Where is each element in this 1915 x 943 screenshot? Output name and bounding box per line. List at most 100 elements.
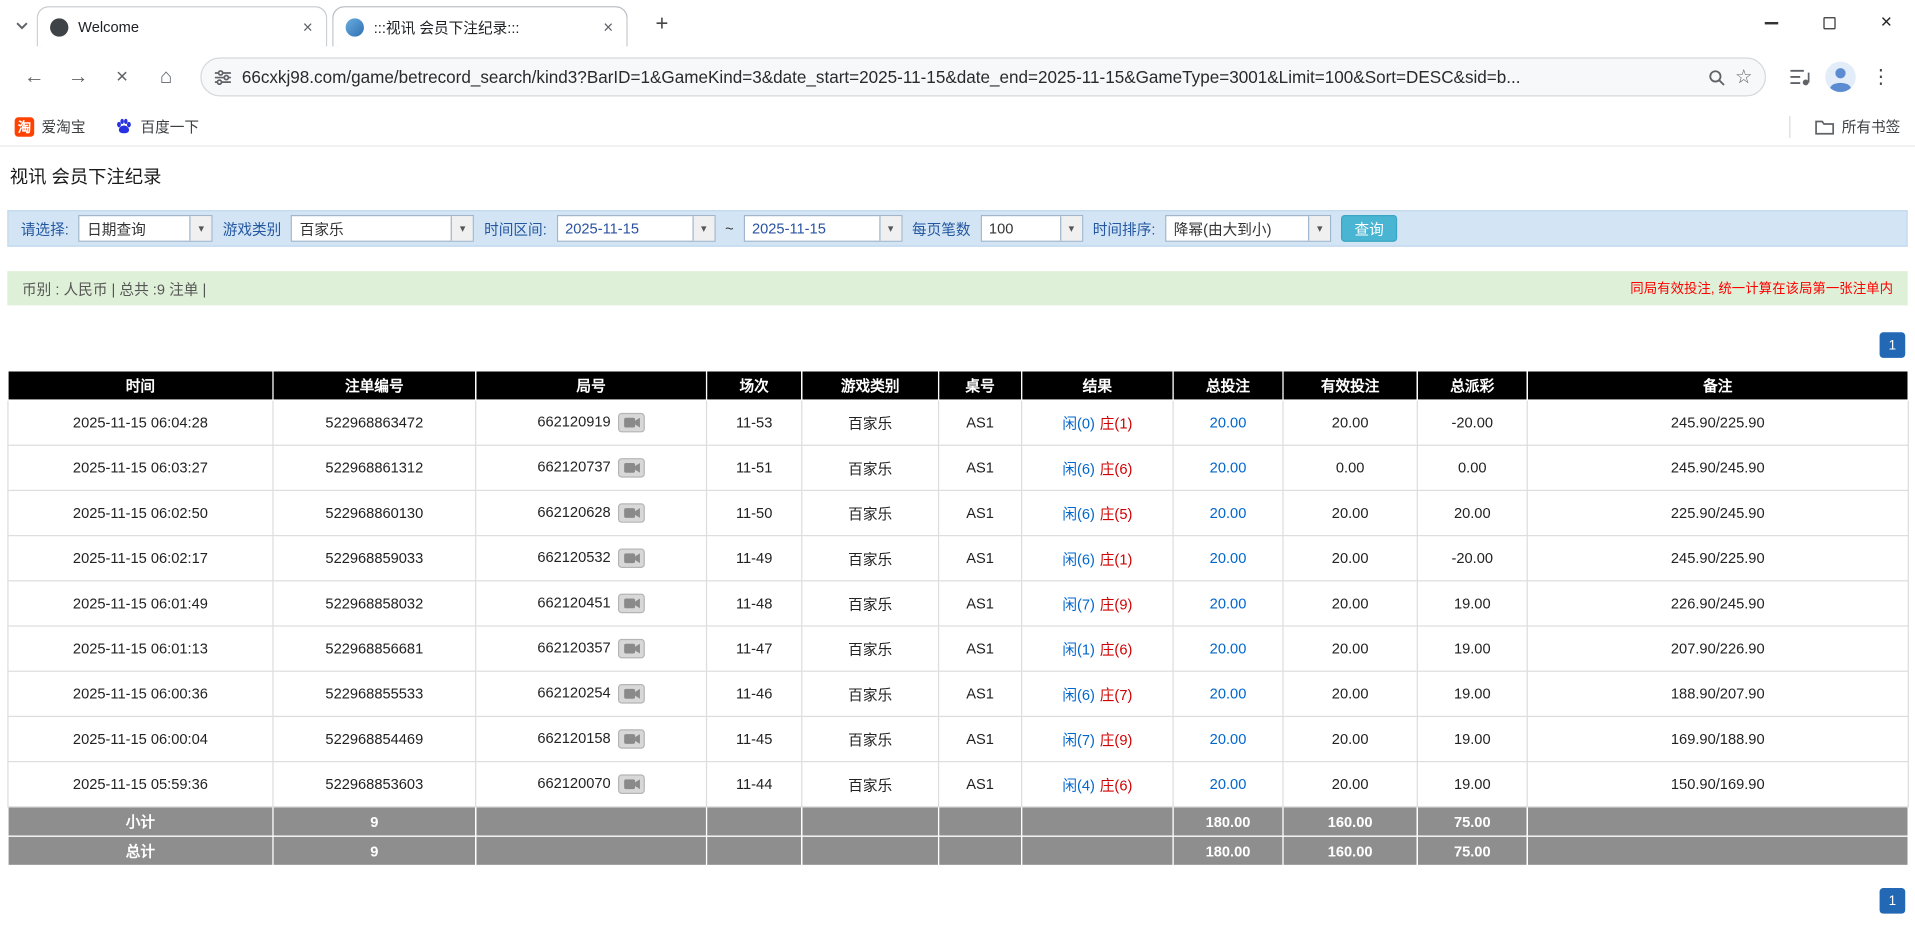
game-type-value: 百家乐 [292,218,451,239]
tab-favicon [50,18,68,36]
page-1-button[interactable]: 1 [1880,332,1906,358]
subtotal-row: 小计 9 180.00 160.00 75.00 [8,807,1908,836]
table-no-cell: AS1 [939,445,1022,490]
pagination-top: 1 [10,332,1905,358]
media-controls-icon[interactable] [1781,57,1820,96]
search-button[interactable]: 查询 [1341,215,1397,242]
bookmark-baidu[interactable]: 百度一下 [115,116,199,137]
total-bet-link[interactable]: 20.00 [1210,459,1247,476]
bookmark-star-icon[interactable]: ☆ [1735,65,1753,89]
total-bet-link[interactable]: 20.00 [1210,685,1247,702]
chevron-down-icon[interactable]: ▾ [190,216,212,240]
chevron-down-icon[interactable]: ▾ [1060,216,1082,240]
result-player: 闲(6) [1062,505,1095,522]
round-cell: 662120451 [476,581,707,626]
page-1-button[interactable]: 1 [1880,888,1906,914]
tab-close-icon[interactable]: × [597,16,619,38]
date-range-label: 时间区间: [484,218,547,239]
round-number: 662120532 [537,549,610,566]
footer-empty-cell [707,807,802,836]
page-size-select[interactable]: 100 ▾ [980,215,1083,242]
game-type-select[interactable]: 百家乐 ▾ [291,215,474,242]
game-type-cell: 百家乐 [802,536,939,581]
result-player: 闲(7) [1062,731,1095,748]
subtotal-label: 小计 [8,807,273,836]
video-replay-button[interactable] [618,684,645,704]
result-cell: 闲(6)庄(7) [1022,671,1173,716]
result-player: 闲(6) [1062,686,1095,703]
time-cell: 2025-11-15 06:00:04 [8,716,273,761]
game-type-cell: 百家乐 [802,490,939,535]
bet-id-cell: 522968860130 [273,490,476,535]
table-row: 2025-11-15 06:02:17522968859033662120532… [8,536,1908,581]
date-start-select[interactable]: 2025-11-15 ▾ [557,215,716,242]
back-button[interactable]: ← [15,57,54,96]
video-replay-button[interactable] [618,458,645,478]
payout-cell: 19.00 [1417,581,1527,626]
browser-menu-icon[interactable]: ⋮ [1861,57,1900,96]
close-window-button[interactable]: × [1858,0,1915,46]
result-cell: 闲(0)庄(1) [1022,400,1173,445]
round-number: 662120451 [537,594,610,611]
url-text[interactable]: 66cxkj98.com/game/betrecord_search/kind3… [242,67,1697,87]
video-replay-button[interactable] [618,774,645,794]
address-bar[interactable]: 66cxkj98.com/game/betrecord_search/kind3… [200,57,1766,96]
total-bet-link[interactable]: 20.00 [1210,595,1247,612]
query-type-label: 请选择: [21,218,69,239]
all-bookmarks-button[interactable]: 所有书签 [1815,116,1901,137]
total-bet-link[interactable]: 20.00 [1210,504,1247,521]
video-replay-button[interactable] [618,548,645,568]
total-bet-link[interactable]: 20.00 [1210,640,1247,657]
forward-button[interactable]: → [59,57,98,96]
tab-close-icon[interactable]: × [297,16,319,38]
bookmark-taobao[interactable]: 淘 爱淘宝 [15,116,86,137]
total-bet-link[interactable]: 20.00 [1210,414,1247,431]
chevron-down-icon[interactable]: ▾ [451,216,473,240]
profile-avatar[interactable] [1825,61,1857,93]
site-info-icon[interactable] [214,68,232,86]
home-button[interactable]: ⌂ [147,57,186,96]
remark-cell: 225.90/245.90 [1527,490,1908,535]
remark-cell: 150.90/169.90 [1527,762,1908,807]
chevron-down-icon[interactable]: ▾ [879,216,901,240]
sort-order-select[interactable]: 降幂(由大到小) ▾ [1165,215,1331,242]
footer-empty-cell [802,807,939,836]
tab-title: Welcome [78,18,287,35]
video-replay-button[interactable] [618,594,645,614]
maximize-button[interactable] [1800,0,1857,46]
video-replay-button[interactable] [618,503,645,523]
game-type-cell: 百家乐 [802,762,939,807]
bet-id-cell: 522968859033 [273,536,476,581]
total-bet-link[interactable]: 20.00 [1210,730,1247,747]
chevron-down-icon[interactable]: ▾ [1308,216,1330,240]
result-banker: 庄(9) [1100,595,1133,612]
video-replay-button[interactable] [618,729,645,749]
col-total-bet: 总投注 [1173,371,1283,400]
tab-welcome[interactable]: Welcome × [37,6,328,46]
table-row: 2025-11-15 05:59:36522968853603662120070… [8,762,1908,807]
result-banker: 庄(5) [1100,505,1133,522]
total-count: 9 [273,836,476,865]
bet-id-cell: 522968853603 [273,762,476,807]
video-replay-button[interactable] [618,639,645,659]
video-replay-button[interactable] [618,413,645,433]
new-tab-button[interactable]: + [647,9,676,38]
stop-button[interactable]: × [103,57,142,96]
bet-id-cell: 522968861312 [273,445,476,490]
sort-order-value: 降幂(由大到小) [1166,218,1308,239]
zoom-icon[interactable] [1707,68,1725,86]
tab-bet-record[interactable]: :::视讯 会员下注纪录::: × [332,6,628,46]
valid-bet-cell: 20.00 [1283,581,1417,626]
minimize-button[interactable] [1743,0,1800,46]
query-type-select[interactable]: 日期查询 ▾ [79,215,213,242]
tab-list-chevron-icon[interactable] [11,15,33,37]
time-cell: 2025-11-15 06:03:27 [8,445,273,490]
remark-cell: 207.90/226.90 [1527,626,1908,671]
game-type-cell: 百家乐 [802,581,939,626]
result-banker: 庄(9) [1100,731,1133,748]
total-bet-link[interactable]: 20.00 [1210,550,1247,567]
date-start-value: 2025-11-15 [558,220,692,237]
date-end-select[interactable]: 2025-11-15 ▾ [743,215,902,242]
total-bet-link[interactable]: 20.00 [1210,776,1247,793]
chevron-down-icon[interactable]: ▾ [692,216,714,240]
